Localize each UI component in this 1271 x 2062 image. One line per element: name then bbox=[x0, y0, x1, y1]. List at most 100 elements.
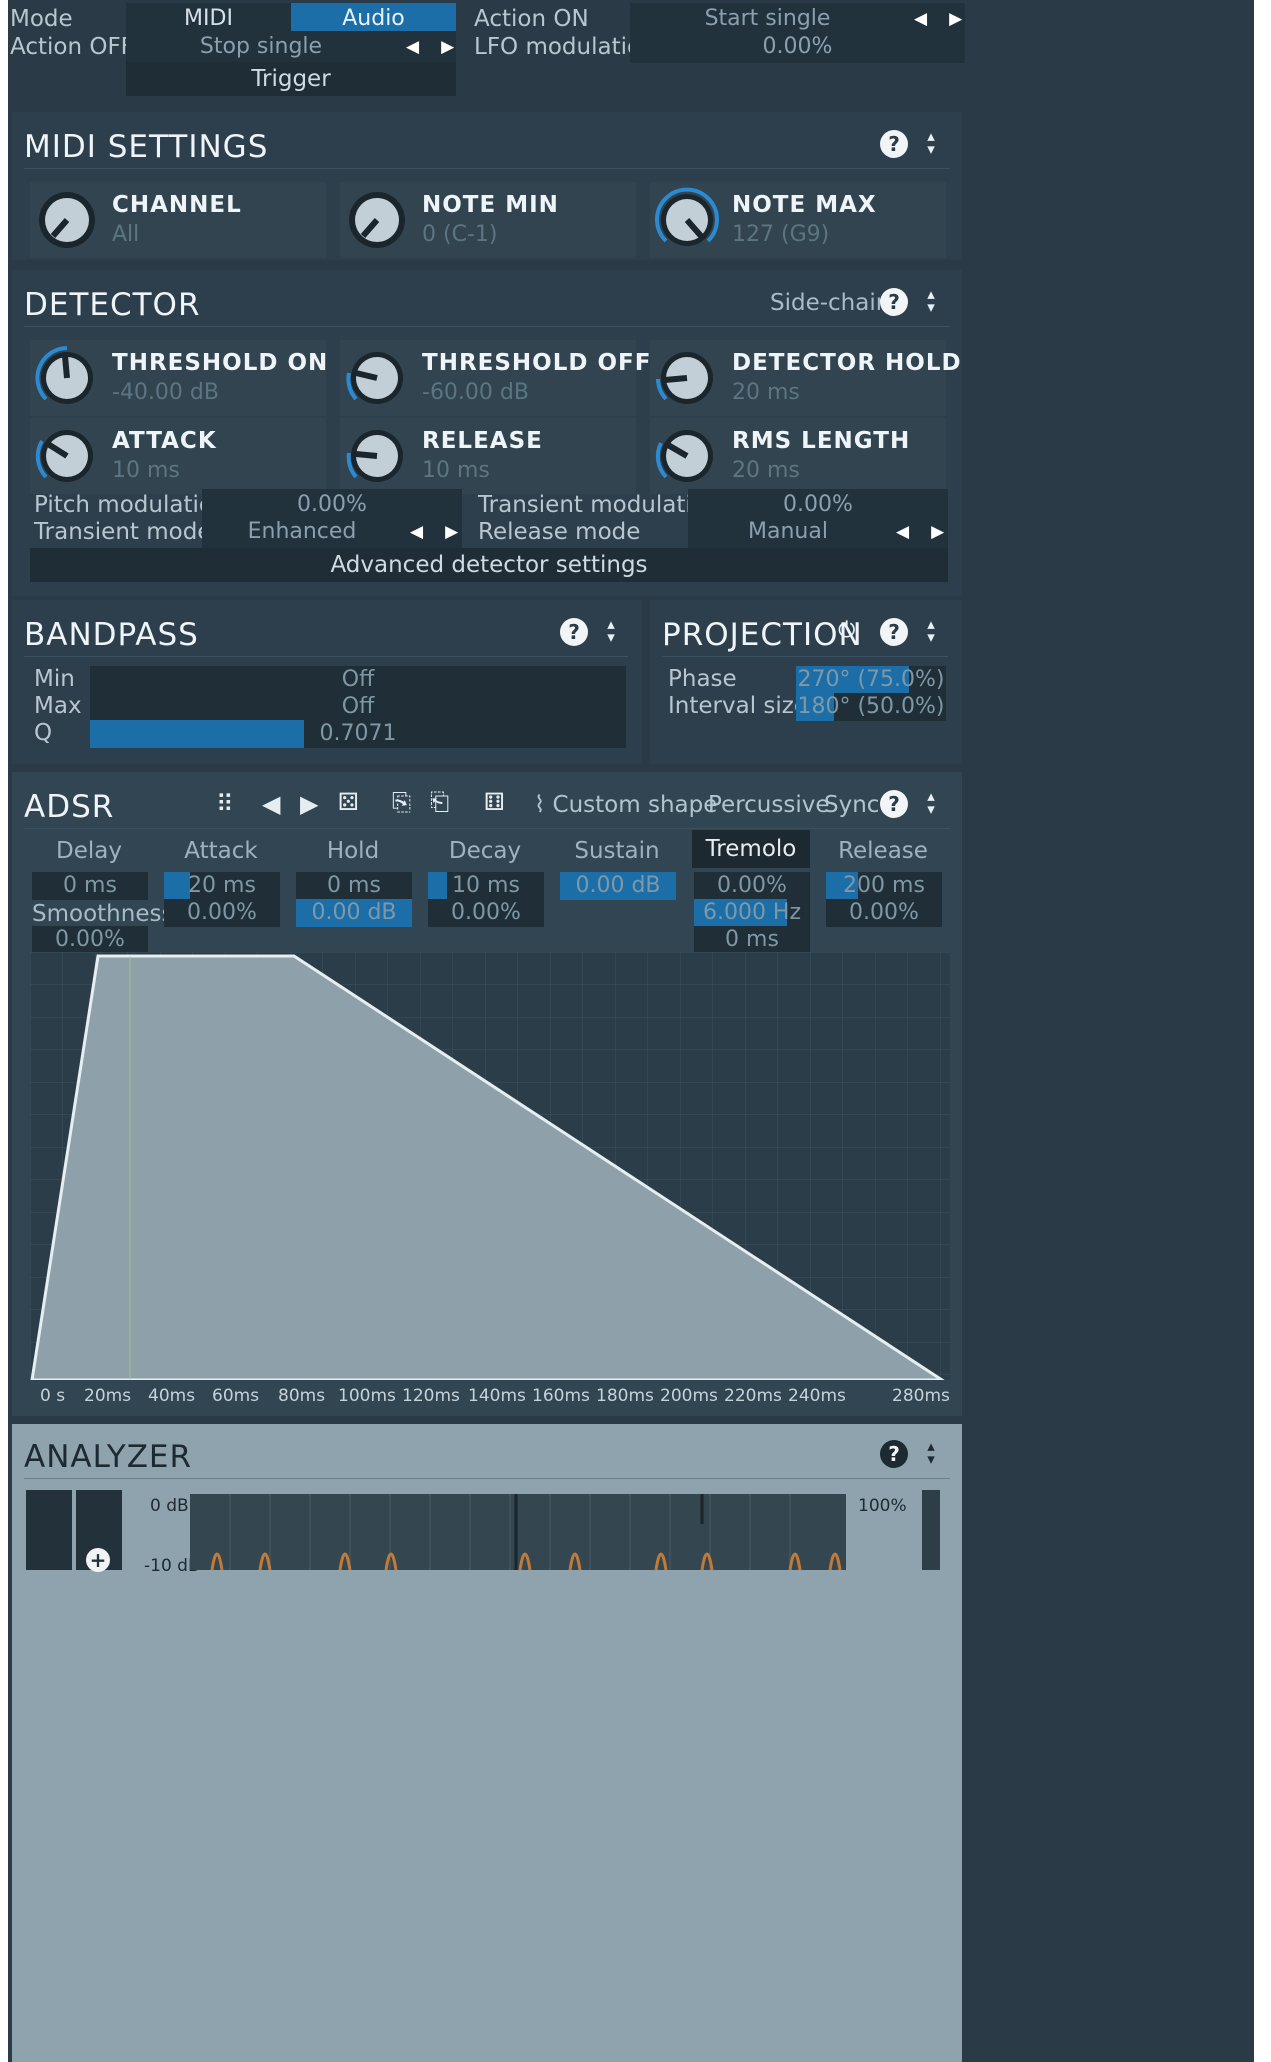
bandpass-max-label: Max bbox=[34, 693, 82, 719]
knob-icon[interactable] bbox=[342, 421, 412, 491]
transient-modulation-label: Transient modulation bbox=[478, 492, 721, 518]
prev-icon[interactable]: ◀ bbox=[406, 37, 441, 57]
help-icon[interactable]: ? bbox=[880, 288, 908, 316]
knob-rms-length[interactable]: RMS LENGTH 20 ms bbox=[650, 418, 946, 494]
next-icon[interactable]: ▶ bbox=[445, 522, 480, 542]
analyzer-title: ANALYZER bbox=[24, 1439, 193, 1475]
release-value[interactable]: 200 ms bbox=[826, 872, 942, 900]
transient-mode-arrows[interactable]: ◀▶ bbox=[410, 516, 480, 548]
bandpass-min-slider[interactable]: Off bbox=[90, 666, 626, 694]
smoothness-value[interactable]: 0.00% bbox=[32, 926, 148, 954]
col-delay[interactable]: Delay bbox=[30, 838, 148, 864]
collapse-icon[interactable]: ▴ ▾ bbox=[922, 1439, 940, 1467]
envelope-graph[interactable] bbox=[30, 952, 950, 1380]
knob-attack[interactable]: ATTACK 10 ms bbox=[30, 418, 326, 494]
help-icon[interactable]: ? bbox=[880, 130, 908, 158]
help-icon[interactable]: ? bbox=[880, 1440, 908, 1468]
divider bbox=[24, 828, 950, 829]
time-tick: 280ms bbox=[892, 1386, 950, 1406]
slider-value: 0.00% bbox=[451, 900, 521, 925]
sync-button[interactable]: Sync bbox=[824, 794, 879, 817]
help-icon[interactable]: ? bbox=[560, 618, 588, 646]
knob-icon[interactable] bbox=[342, 343, 412, 413]
percussive-button[interactable]: Percussive bbox=[708, 794, 830, 817]
next-preset-icon[interactable]: ▶ bbox=[300, 792, 318, 816]
knob-icon[interactable] bbox=[32, 185, 102, 255]
col-tremolo[interactable]: Tremolo bbox=[692, 830, 810, 868]
randomize-icon[interactable]: ⚄ bbox=[338, 790, 359, 814]
next-icon[interactable]: ▶ bbox=[931, 522, 966, 542]
knob-icon[interactable] bbox=[652, 421, 722, 491]
sustain-value[interactable]: 0.00 dB bbox=[560, 872, 676, 900]
collapse-icon[interactable]: ▴ ▾ bbox=[922, 129, 940, 157]
interval-size-slider[interactable]: 180° (50.0%) bbox=[796, 693, 946, 721]
col-sustain[interactable]: Sustain bbox=[558, 838, 676, 864]
knob-icon[interactable] bbox=[652, 185, 722, 255]
knob-value: 20 ms bbox=[732, 380, 800, 405]
col-release[interactable]: Release bbox=[824, 838, 942, 864]
advanced-detector-button[interactable]: Advanced detector settings bbox=[30, 548, 948, 582]
collapse-icon[interactable]: ▴ ▾ bbox=[602, 617, 620, 645]
next-icon[interactable]: ▶ bbox=[441, 37, 476, 57]
dice-icon[interactable]: ⚅ bbox=[484, 790, 505, 814]
bandpass-panel: BANDPASS ? ▴ ▾ Min Off Max Off Q 0.7071 bbox=[12, 600, 642, 764]
lfo-value[interactable]: 0.00% bbox=[630, 31, 965, 63]
prev-icon[interactable]: ◀ bbox=[896, 522, 931, 542]
help-icon[interactable]: ? bbox=[880, 790, 908, 818]
tremolo-depth-value[interactable]: 0.00% bbox=[694, 872, 810, 900]
hold-level-value[interactable]: 0.00 dB bbox=[296, 899, 412, 927]
bandpass-q-label: Q bbox=[34, 720, 53, 746]
delay-value[interactable]: 0 ms bbox=[32, 872, 148, 900]
action-off-arrows[interactable]: ◀▶ bbox=[406, 31, 476, 63]
knob-icon[interactable] bbox=[32, 343, 102, 413]
col-hold[interactable]: Hold bbox=[294, 838, 412, 864]
knob-detector-hold[interactable]: DETECTOR HOLD 20 ms bbox=[650, 340, 961, 416]
tremolo-rate-value[interactable]: 6.000 Hz bbox=[694, 899, 810, 927]
decay-shape-value[interactable]: 0.00% bbox=[428, 899, 544, 927]
bandpass-q-slider[interactable]: 0.7071 bbox=[90, 720, 626, 748]
trigger-button[interactable]: Trigger bbox=[126, 62, 456, 96]
power-icon[interactable]: ⏻ bbox=[838, 618, 855, 643]
knob-note-max[interactable]: NOTE MAX 127 (G9) bbox=[650, 182, 946, 258]
prev-icon[interactable]: ◀ bbox=[410, 522, 445, 542]
prev-icon[interactable]: ◀ bbox=[914, 9, 949, 29]
help-icon[interactable]: ? bbox=[880, 618, 908, 646]
release-mode-arrows[interactable]: ◀▶ bbox=[896, 516, 966, 548]
knob-release[interactable]: RELEASE 10 ms bbox=[340, 418, 636, 494]
next-icon[interactable]: ▶ bbox=[949, 9, 984, 29]
knob-threshold-off[interactable]: THRESHOLD OFF -60.00 dB bbox=[340, 340, 650, 416]
slider-value: 0.7071 bbox=[319, 721, 397, 746]
collapse-icon[interactable]: ▴ ▾ bbox=[922, 617, 940, 645]
knob-channel[interactable]: CHANNEL All bbox=[30, 182, 326, 258]
attack-shape-value[interactable]: 0.00% bbox=[164, 899, 280, 927]
phase-slider[interactable]: 270° (75.0%) bbox=[796, 666, 946, 694]
time-tick: 0 s bbox=[40, 1386, 66, 1406]
add-icon[interactable]: + bbox=[86, 1548, 110, 1572]
decay-value[interactable]: 10 ms bbox=[428, 872, 544, 900]
collapse-icon[interactable]: ▴ ▾ bbox=[922, 789, 940, 817]
knob-icon[interactable] bbox=[652, 343, 722, 413]
tremolo-delay-value[interactable]: 0 ms bbox=[694, 926, 810, 954]
knob-icon[interactable] bbox=[32, 421, 102, 491]
col-decay[interactable]: Decay bbox=[426, 838, 544, 864]
analyzer-graph[interactable] bbox=[190, 1494, 846, 1570]
bandpass-title: BANDPASS bbox=[24, 617, 199, 653]
prev-preset-icon[interactable]: ◀ bbox=[262, 792, 280, 816]
custom-shape-button[interactable]: ⌇ Custom shape bbox=[534, 794, 717, 817]
hold-value[interactable]: 0 ms bbox=[296, 872, 412, 900]
collapse-icon[interactable]: ▴ ▾ bbox=[922, 287, 940, 315]
grid-icon[interactable]: ⠿ bbox=[216, 792, 234, 816]
attack-value[interactable]: 20 ms bbox=[164, 872, 280, 900]
midi-settings-title: MIDI SETTINGS bbox=[24, 129, 269, 165]
release-shape-value[interactable]: 0.00% bbox=[826, 899, 942, 927]
knob-icon[interactable] bbox=[342, 185, 412, 255]
slider-value: 0.00 dB bbox=[575, 873, 661, 898]
bandpass-max-slider[interactable]: Off bbox=[90, 693, 626, 721]
knob-threshold-on[interactable]: THRESHOLD ON -40.00 dB bbox=[30, 340, 327, 416]
col-attack[interactable]: Attack bbox=[162, 838, 280, 864]
copy-icon[interactable]: ⎘ bbox=[392, 790, 411, 814]
action-on-label: Action ON bbox=[474, 6, 589, 32]
sidechain-toggle[interactable]: Side-chain bbox=[770, 292, 890, 315]
paste-icon[interactable]: ⎗ bbox=[430, 790, 449, 814]
knob-note-min[interactable]: NOTE MIN 0 (C-1) bbox=[340, 182, 636, 258]
